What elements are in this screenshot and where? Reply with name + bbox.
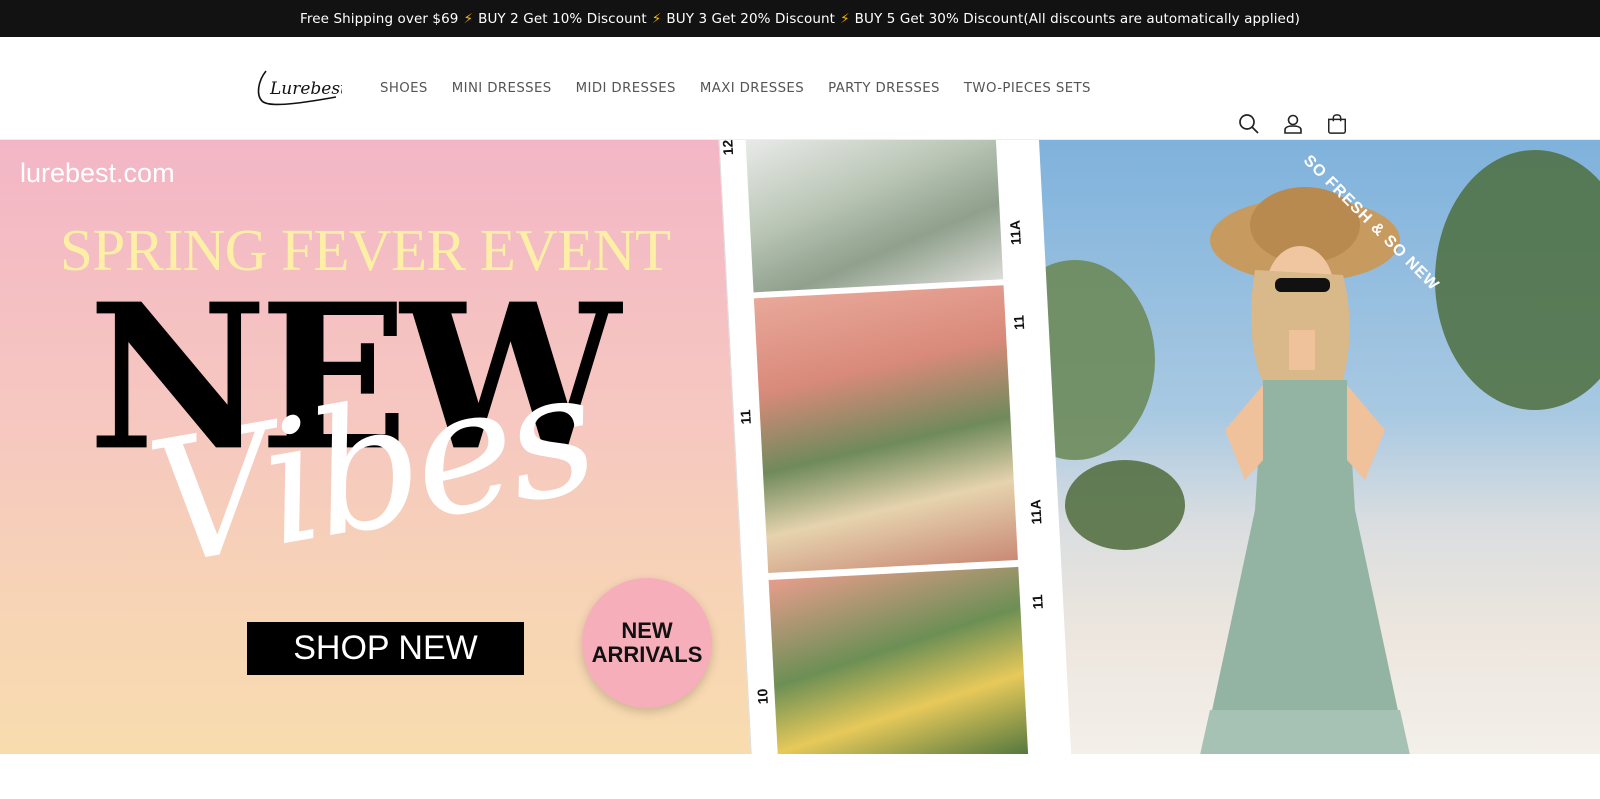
announcement-buy5: BUY 5 Get 30% Discount(All discounts are… <box>854 10 1300 27</box>
frame-number: 11 <box>1010 314 1028 331</box>
announcement-buy3: BUY 3 Get 20% Discount <box>666 10 836 27</box>
palm-tree-image <box>1435 150 1600 410</box>
hero-promo-panel: lurebest.com SPRING FEVER EVENT NEW Vibe… <box>0 140 760 754</box>
badge-line-2: ARRIVALS <box>591 642 703 667</box>
main-nav: SHOES MINI DRESSES MIDI DRESSES MAXI DRE… <box>380 37 1091 140</box>
film-photo-yellow-dress <box>768 566 1029 754</box>
hero-banner[interactable]: lurebest.com SPRING FEVER EVENT NEW Vibe… <box>0 140 1600 754</box>
site-header: Lurebest SHOES MINI DRESSES MIDI DRESSES… <box>0 37 1600 140</box>
film-photo-floral-dress <box>753 285 1018 573</box>
frame-number: 11A <box>1006 219 1024 246</box>
svg-text:Lurebest: Lurebest <box>269 79 342 99</box>
model-image <box>1200 187 1410 754</box>
shrub-image <box>1065 460 1185 550</box>
frame-number: 11A <box>1027 499 1045 525</box>
header-icons <box>1238 113 1348 135</box>
hero-model-photo <box>995 140 1600 754</box>
shop-new-button[interactable]: SHOP NEW <box>247 622 524 675</box>
new-arrivals-badge[interactable]: NEW ARRIVALS <box>582 578 712 708</box>
nav-maxi-dresses[interactable]: MAXI DRESSES <box>700 81 804 96</box>
nav-mini-dresses[interactable]: MINI DRESSES <box>452 81 552 96</box>
badge-line-1: NEW <box>621 618 673 643</box>
nav-shoes[interactable]: SHOES <box>380 81 428 96</box>
nav-two-pieces-sets[interactable]: TWO-PIECES SETS <box>964 81 1091 96</box>
account-icon[interactable] <box>1282 113 1304 135</box>
nav-midi-dresses[interactable]: MIDI DRESSES <box>576 81 676 96</box>
film-photo-green-dress <box>744 140 1004 293</box>
announcement-bar: Free Shipping over $69 ⚡ BUY 2 Get 10% D… <box>0 0 1600 37</box>
film-strip-collage: 12 11A 11 11 11A 10 11 <box>718 140 1072 754</box>
cart-icon[interactable] <box>1326 113 1348 135</box>
frame-number: 12 <box>719 140 737 156</box>
frame-number: 10 <box>754 688 771 705</box>
frame-number: 11 <box>1029 594 1046 610</box>
nav-party-dresses[interactable]: PARTY DRESSES <box>828 81 940 96</box>
lurebest-logo[interactable]: Lurebest <box>252 67 347 111</box>
search-icon[interactable] <box>1238 113 1260 135</box>
bolt-icon: ⚡ <box>840 10 850 27</box>
announcement-shipping: Free Shipping over $69 <box>300 10 459 27</box>
announcement-buy2: BUY 2 Get 10% Discount <box>478 10 647 27</box>
site-url: lurebest.com <box>20 158 175 188</box>
frame-number: 11 <box>737 409 754 425</box>
bolt-icon: ⚡ <box>463 10 474 27</box>
bolt-icon: ⚡ <box>651 10 662 27</box>
